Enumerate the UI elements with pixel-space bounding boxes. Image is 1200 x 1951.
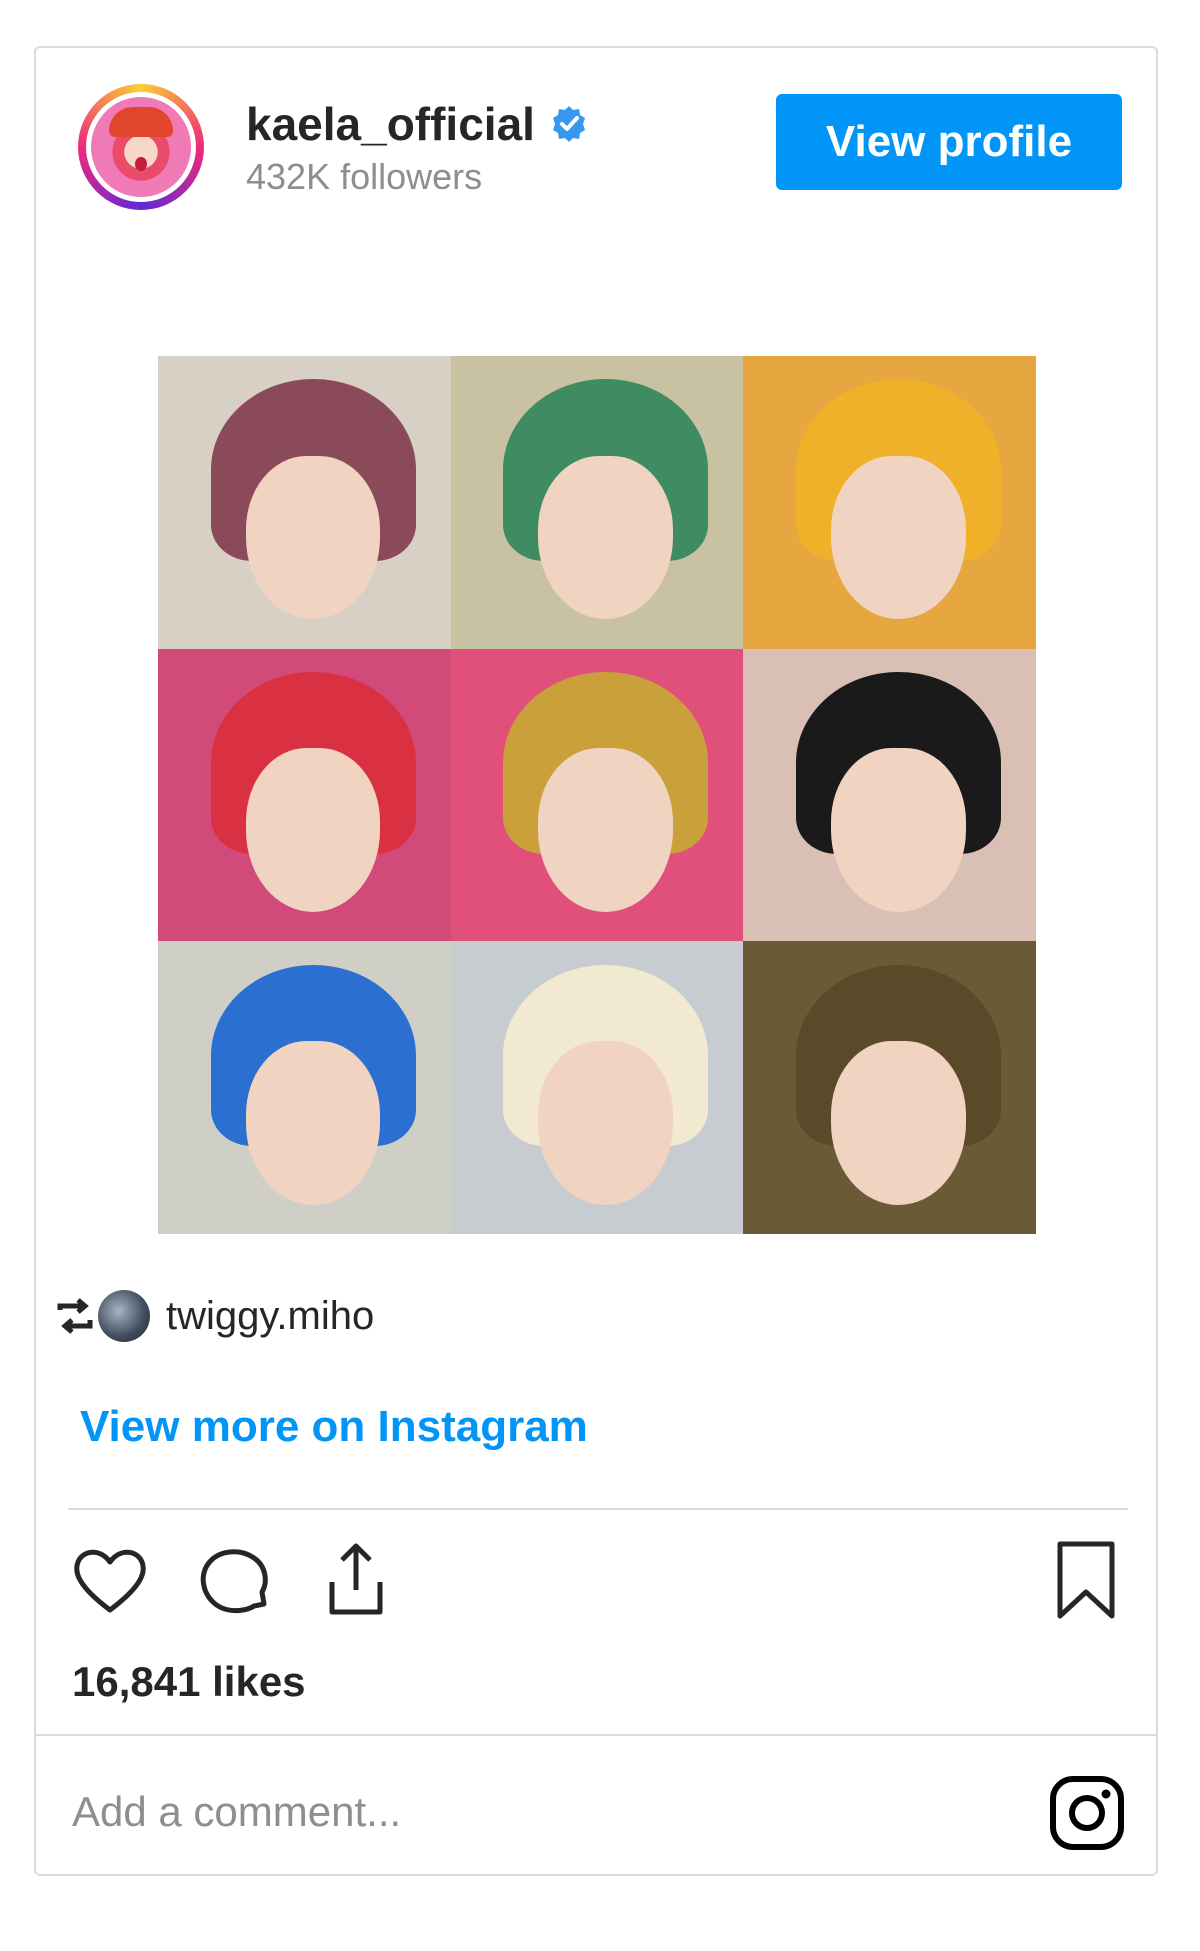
repost-username[interactable]: twiggy.miho [166, 1294, 374, 1339]
grid-photo-tile [158, 941, 451, 1234]
post-image-grid[interactable] [158, 356, 1036, 1234]
photo-face [538, 455, 674, 620]
profile-avatar[interactable] [78, 84, 204, 210]
photo-face [245, 1040, 381, 1205]
photo-face [831, 1040, 966, 1205]
avatar-image [91, 97, 191, 197]
bookmark-icon[interactable] [1044, 1538, 1128, 1622]
follower-count: 432K followers [246, 156, 483, 197]
username-row: kaela_official [246, 96, 589, 152]
photo-face [538, 748, 674, 913]
view-more-link[interactable]: View more on Instagram [80, 1402, 588, 1452]
username[interactable]: kaela_official [246, 97, 535, 151]
repost-avatar[interactable] [98, 1290, 150, 1342]
repost-icon [57, 1298, 93, 1334]
grid-photo-tile [743, 941, 1036, 1234]
add-comment-input[interactable]: Add a comment... [72, 1788, 401, 1836]
grid-photo-tile [450, 356, 744, 649]
photo-face [245, 455, 381, 620]
grid-photo-tile [743, 648, 1036, 942]
instagram-logo-icon[interactable] [1048, 1774, 1126, 1852]
grid-photo-tile [450, 648, 744, 942]
heart-icon[interactable] [68, 1538, 152, 1622]
grid-photo-tile [743, 356, 1036, 649]
divider [68, 1508, 1128, 1510]
grid-photo-tile [158, 648, 451, 942]
photo-face [831, 455, 966, 620]
photo-face [245, 748, 381, 913]
instagram-embed-card: kaela_official 432K followers View profi… [34, 46, 1158, 1876]
post-header: kaela_official 432K followers View profi… [36, 48, 1156, 228]
action-bar [68, 1538, 1128, 1628]
repost-attribution: twiggy.miho [52, 1286, 374, 1346]
divider [36, 1734, 1156, 1736]
photo-face [538, 1040, 674, 1205]
share-icon[interactable] [314, 1538, 398, 1622]
photo-face [831, 748, 966, 913]
like-count[interactable]: 16,841 likes [72, 1658, 306, 1706]
verified-badge-icon [552, 106, 585, 142]
grid-photo-tile [450, 941, 744, 1234]
view-profile-button[interactable]: View profile [776, 94, 1122, 190]
grid-photo-tile [158, 356, 451, 649]
comment-icon[interactable] [192, 1538, 276, 1622]
